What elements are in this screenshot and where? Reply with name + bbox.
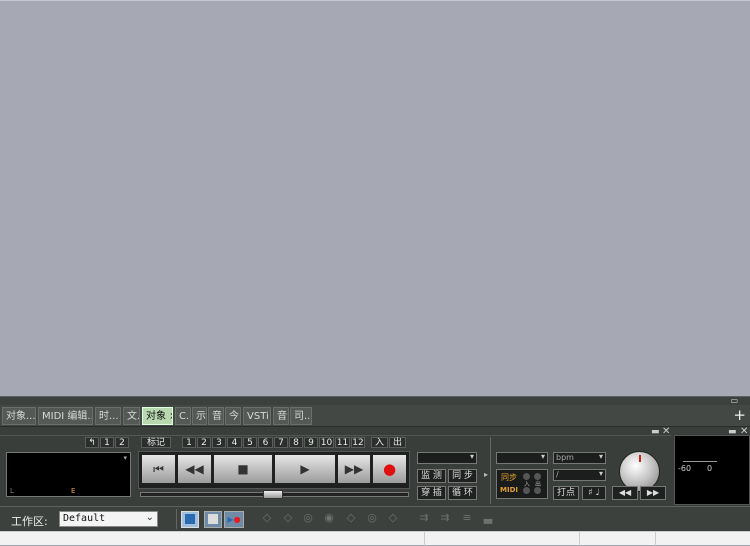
status-bar xyxy=(0,531,750,546)
position-display: ▾ L E xyxy=(6,452,131,497)
meter-left-value: -60 xyxy=(678,464,692,473)
tool-record-icon[interactable]: ◉ xyxy=(321,510,337,526)
tool-diamond-icon-3[interactable]: ◇ xyxy=(343,510,359,526)
layout-view-button[interactable] xyxy=(181,511,199,528)
punch-button[interactable]: 穿 插 xyxy=(417,486,446,500)
display-left-marker: L xyxy=(10,487,14,495)
marker-button-10[interactable]: 10 xyxy=(319,437,334,448)
marker-button-7[interactable]: 7 xyxy=(274,437,288,448)
bpm-field[interactable]: bpm xyxy=(553,452,606,464)
rewind-to-start-button[interactable]: ⏮ xyxy=(141,454,176,484)
level-meter: -60 0 xyxy=(674,435,750,505)
sync-status-box: 同步 MIDI 入 出 xyxy=(496,469,548,499)
tool-route-icon-1[interactable]: ⇉ xyxy=(416,510,432,526)
display-dropdown-icon[interactable]: ▾ xyxy=(123,454,127,462)
tab-sound[interactable]: 音... xyxy=(273,407,289,425)
time-signature-field[interactable]: / xyxy=(553,469,606,481)
main-workspace[interactable] xyxy=(0,0,750,396)
out-button[interactable]: 出 xyxy=(389,437,406,448)
top-dock-strip: ▭ xyxy=(0,396,750,405)
tab-audio[interactable]: 音... xyxy=(208,407,224,425)
midi-out-led xyxy=(534,487,541,494)
led-out-label: 出 xyxy=(535,481,542,488)
tab-show[interactable]: 示... xyxy=(192,407,207,425)
add-tab-button[interactable]: + xyxy=(733,406,746,424)
knob-indicator xyxy=(639,455,641,462)
back-button[interactable]: ↰ xyxy=(85,437,99,448)
fast-forward-button[interactable]: ▶▶ xyxy=(337,454,371,484)
chevron-down-icon: ⌄ xyxy=(145,512,154,523)
tab-now[interactable]: 今... xyxy=(225,407,241,425)
tab-driver[interactable]: 司... xyxy=(290,407,312,425)
play-record-view-button[interactable]: ▶● xyxy=(224,511,244,528)
time-format-dropdown[interactable] xyxy=(496,452,548,464)
record-button[interactable]: ● xyxy=(372,454,407,484)
tab-text[interactable]: 文... xyxy=(123,407,140,425)
marker-button-5[interactable]: 5 xyxy=(243,437,257,448)
rewind-button[interactable]: ◀◀ xyxy=(177,454,212,484)
dock-restore-icon[interactable]: ▭ xyxy=(730,396,738,405)
marker-button-12[interactable]: 12 xyxy=(351,437,365,448)
tool-eye-icon[interactable]: ◎ xyxy=(300,510,316,526)
layout-grid-icon xyxy=(185,514,195,524)
marker-button-11[interactable]: 11 xyxy=(335,437,350,448)
marker-button-9[interactable]: 9 xyxy=(304,437,318,448)
midi-in-led xyxy=(523,487,530,494)
position-slider-thumb[interactable] xyxy=(263,490,283,499)
tool-route-icon-2[interactable]: ⇉ xyxy=(437,510,453,526)
display-end-marker: E xyxy=(71,487,76,495)
tool-spectrum-icon[interactable]: ▃ xyxy=(480,510,496,526)
transport-panel-close-icon[interactable]: ✕ xyxy=(662,426,670,437)
play-button[interactable]: ▶ xyxy=(274,454,336,484)
marker-button-3[interactable]: 3 xyxy=(212,437,226,448)
tap-tempo-button[interactable]: 打点 xyxy=(553,486,579,500)
mixer-icon xyxy=(208,514,218,524)
tab-midi-editor[interactable]: MIDI 编辑... xyxy=(38,407,93,425)
marker-button-2[interactable]: 2 xyxy=(197,437,211,448)
volume-down-icon: ◀◀ xyxy=(618,488,632,497)
sync-status-label: 同步 xyxy=(501,473,517,482)
workspace-select[interactable]: Default ⌄ xyxy=(59,511,158,527)
volume-up-button[interactable]: ▶▶ xyxy=(640,486,666,500)
workspace-select-value: Default xyxy=(63,513,106,524)
tool-diamond-icon-4[interactable]: ◇ xyxy=(385,510,401,526)
page-2-button[interactable]: 2 xyxy=(115,437,129,448)
metronome-icon: ♯ ♩ xyxy=(588,488,600,498)
expand-arrow-icon[interactable]: ▸ xyxy=(484,470,488,479)
mixer-view-button[interactable] xyxy=(204,511,222,528)
tab-objects-active[interactable]: 对象 × xyxy=(142,407,173,425)
volume-down-button[interactable]: ◀◀ xyxy=(612,486,638,500)
in-button[interactable]: 入 xyxy=(371,437,388,448)
led-in-label: 入 xyxy=(524,481,531,488)
loop-button[interactable]: 循 环 xyxy=(448,486,477,500)
transport-panel-minimize-icon[interactable]: ▬ xyxy=(651,427,660,437)
metronome-button[interactable]: ♯ ♩ xyxy=(582,486,606,500)
page-1-button[interactable]: 1 xyxy=(100,437,114,448)
sync-source-dropdown[interactable] xyxy=(417,452,477,464)
tab-time[interactable]: 时... xyxy=(95,407,121,425)
tab-vsti[interactable]: VSTi xyxy=(243,407,271,425)
marker-button-6[interactable]: 6 xyxy=(258,437,273,448)
workspace-label: 工作区: xyxy=(11,515,48,528)
tab-objects[interactable]: 对象... xyxy=(2,407,36,425)
marker-button-4[interactable]: 4 xyxy=(227,437,242,448)
midi-status-label: MIDI xyxy=(500,486,518,494)
play-record-icon: ▶● xyxy=(227,515,241,524)
tool-eye-icon-2[interactable]: ◎ xyxy=(364,510,380,526)
marker-button-1[interactable]: 1 xyxy=(182,437,196,448)
marker-label: 标记 xyxy=(141,437,171,448)
monitor-button[interactable]: 监 测 xyxy=(417,469,446,483)
volume-up-icon: ▶▶ xyxy=(646,488,660,497)
sync-button[interactable]: 同 步 xyxy=(448,469,477,483)
marker-button-8[interactable]: 8 xyxy=(289,437,303,448)
tool-diamond-icon-1[interactable]: ◇ xyxy=(259,510,275,526)
stop-button[interactable]: ■ xyxy=(213,454,273,484)
tool-lines-icon[interactable]: ≡ xyxy=(459,510,475,526)
tab-c[interactable]: C... xyxy=(175,407,191,425)
tool-diamond-icon-2[interactable]: ◇ xyxy=(280,510,296,526)
meter-right-value: 0 xyxy=(707,464,713,473)
dock-tab-bar: 对象... MIDI 编辑... 时... 文... 对象 × C... 示..… xyxy=(0,405,750,427)
